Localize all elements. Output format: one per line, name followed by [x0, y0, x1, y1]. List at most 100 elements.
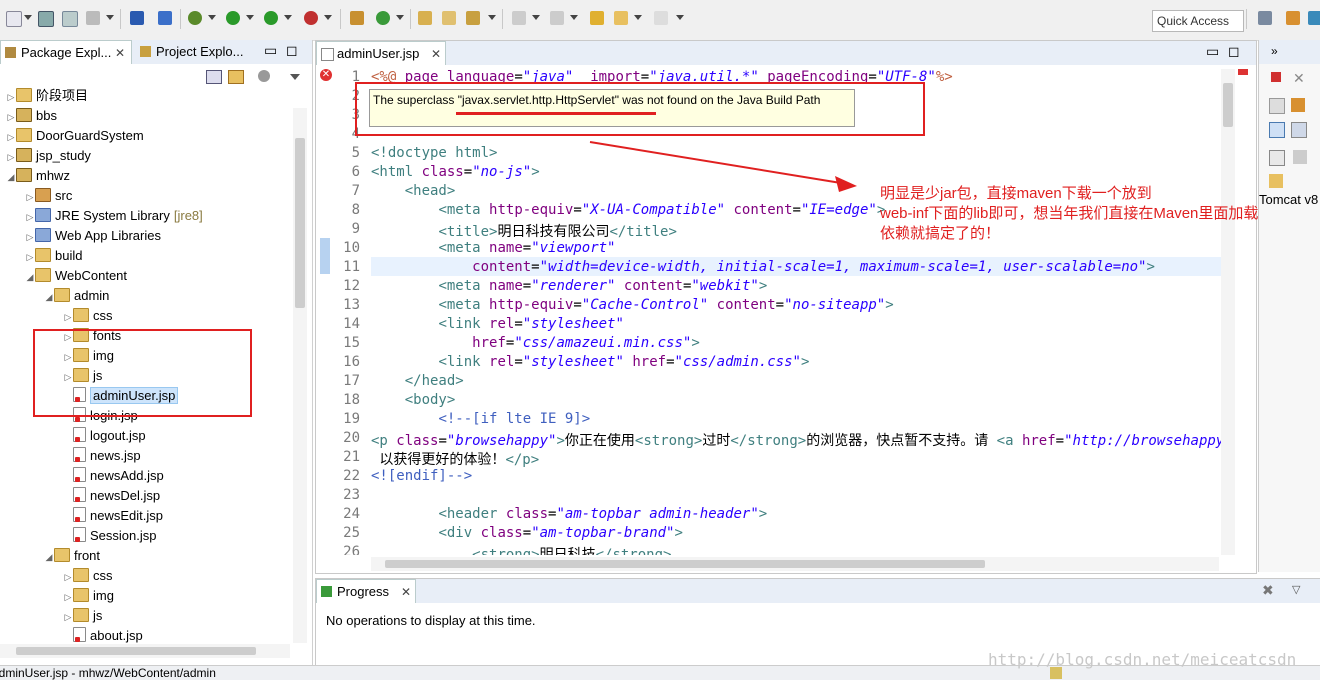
new-dropdown-icon[interactable]	[24, 15, 32, 20]
clean-icon[interactable]	[1291, 98, 1305, 112]
code-line[interactable]: 以获得更好的体验！</p>	[371, 449, 539, 469]
tree-item[interactable]: ▷ css	[63, 566, 113, 586]
maximize-icon[interactable]: ◻	[1228, 43, 1240, 60]
code-line[interactable]: <head>	[371, 183, 456, 199]
code-line[interactable]: <header class="am-topbar admin-header">	[371, 506, 767, 522]
tree-item[interactable]: newsAdd.jsp	[63, 466, 164, 486]
tree-item[interactable]: ▷ DoorGuardSystem	[6, 126, 144, 146]
code-line[interactable]: <strong>明日科技</strong>	[371, 544, 671, 555]
code-line[interactable]: <meta http-equiv="X-UA-Compatible" conte…	[371, 202, 885, 218]
code-line[interactable]: <body>	[371, 392, 456, 408]
collapse-all-icon[interactable]	[206, 70, 222, 84]
run-server-dropdown-icon[interactable]	[284, 15, 292, 20]
tree-item[interactable]: ▷ src	[25, 186, 72, 206]
tree-item[interactable]: ◢ mhwz	[6, 166, 70, 186]
next-annotation-icon[interactable]	[510, 9, 528, 27]
overview-error-marker[interactable]	[1238, 69, 1248, 75]
expand-toggle-icon[interactable]: ◢	[44, 287, 54, 307]
view-menu-icon[interactable]	[1293, 150, 1307, 164]
tree-item[interactable]: ◢ admin	[44, 286, 109, 306]
tree-item[interactable]: ▷ Web App Libraries	[25, 226, 161, 246]
code-line[interactable]: <meta name="viewport"	[371, 240, 615, 256]
scrollbar-thumb[interactable]	[385, 560, 985, 568]
search-dropdown-icon[interactable]	[488, 15, 496, 20]
tree-item[interactable]: ▷ build	[25, 246, 82, 266]
console-view-icon[interactable]	[1269, 122, 1285, 138]
print-dropdown-icon[interactable]	[106, 15, 114, 20]
code-line[interactable]: <title>明日科技有限公司</title>	[371, 221, 676, 241]
open-type-icon[interactable]	[416, 9, 434, 27]
expand-toggle-icon[interactable]: ◢	[44, 547, 54, 567]
tree-item[interactable]: ▷ 阶段项目	[6, 86, 88, 106]
code-line[interactable]: <div class="am-topbar-brand">	[371, 525, 682, 541]
overflow-tabs-icon[interactable]: »	[1271, 44, 1278, 58]
code-line[interactable]: content="width=device-width, initial-sca…	[371, 259, 1155, 275]
tree-item[interactable]: ◢ WebContent	[25, 266, 127, 286]
expand-toggle-icon[interactable]: ▷	[6, 127, 16, 147]
tree-item[interactable]: about.jsp	[63, 626, 143, 646]
tab-package-explorer[interactable]: Package Expl... ✕	[0, 40, 132, 64]
save-all-icon[interactable]	[60, 9, 78, 27]
last-edit-icon[interactable]	[588, 9, 606, 27]
disconnect-icon[interactable]: ✕	[1293, 70, 1305, 87]
code-line[interactable]: href="css/amazeui.min.css">	[371, 335, 700, 351]
tree-horizontal-scrollbar[interactable]	[0, 644, 290, 658]
forward-dropdown-icon[interactable]	[676, 15, 684, 20]
tree-item[interactable]: ▷ JRE System Library [jre8]	[25, 206, 203, 226]
new-java-project-icon[interactable]	[348, 9, 366, 27]
view-menu-icon[interactable]: ▽	[1292, 583, 1300, 596]
view-menu-icon[interactable]	[290, 74, 300, 80]
run-server-icon[interactable]	[262, 9, 280, 27]
new-server-icon[interactable]	[1269, 150, 1285, 166]
remove-all-finished-icon[interactable]: ✖	[1262, 582, 1274, 599]
expand-toggle-icon[interactable]: ▷	[63, 587, 73, 607]
close-icon[interactable]: ✕	[115, 41, 125, 65]
tree-item[interactable]: newsEdit.jsp	[63, 506, 163, 526]
code-line[interactable]: <link rel="stylesheet"	[371, 316, 623, 332]
expand-toggle-icon[interactable]: ▷	[25, 247, 35, 267]
code-line[interactable]: <![endif]-->	[371, 468, 472, 484]
prev-annotation-icon[interactable]	[548, 9, 566, 27]
code-line[interactable]: <!doctype html>	[371, 145, 497, 161]
code-line[interactable]: <html class="no-js">	[371, 164, 540, 180]
forward-icon[interactable]	[652, 9, 670, 27]
save-icon[interactable]	[36, 9, 54, 27]
code-line[interactable]: <link rel="stylesheet" href="css/admin.c…	[371, 354, 809, 370]
pin-icon[interactable]	[1291, 122, 1307, 138]
focus-icon[interactable]	[258, 70, 270, 82]
tab-progress[interactable]: Progress ✕	[316, 579, 416, 603]
expand-toggle-icon[interactable]: ▷	[63, 307, 73, 327]
open-perspective-icon[interactable]	[1256, 9, 1274, 27]
expand-toggle-icon[interactable]: ◢	[25, 267, 35, 287]
javaee-perspective-icon[interactable]	[1284, 9, 1302, 27]
tree-item[interactable]: Session.jsp	[63, 526, 156, 546]
stop-icon[interactable]	[1271, 72, 1281, 82]
new-config-icon[interactable]	[1269, 174, 1283, 188]
tree-item[interactable]: news.jsp	[63, 446, 141, 466]
java-perspective-icon[interactable]	[1306, 9, 1320, 27]
tree-vertical-scrollbar[interactable]	[293, 108, 307, 643]
new-class-icon[interactable]	[374, 9, 392, 27]
expand-toggle-icon[interactable]: ▷	[6, 87, 16, 107]
print-icon[interactable]	[84, 9, 102, 27]
back-dropdown-icon[interactable]	[634, 15, 642, 20]
scrollbar-thumb[interactable]	[1223, 83, 1233, 127]
run-dropdown-icon[interactable]	[246, 15, 254, 20]
next-annotation-dropdown-icon[interactable]	[532, 15, 540, 20]
minimize-icon[interactable]: ▭	[264, 42, 277, 59]
code-line[interactable]: <meta http-equiv="Cache-Control" content…	[371, 297, 893, 313]
back-icon[interactable]	[612, 9, 630, 27]
prev-annotation-dropdown-icon[interactable]	[570, 15, 578, 20]
minimize-icon[interactable]: ▭	[1206, 43, 1219, 60]
new-icon[interactable]	[4, 9, 22, 27]
run-icon[interactable]	[224, 9, 242, 27]
expand-toggle-icon[interactable]: ▷	[25, 227, 35, 247]
search-icon[interactable]	[464, 9, 482, 27]
console-icon[interactable]	[128, 9, 146, 27]
stop-server-icon[interactable]	[302, 9, 320, 27]
close-icon[interactable]: ✕	[401, 580, 411, 604]
editor-horizontal-scrollbar[interactable]	[371, 557, 1219, 571]
tree-item[interactable]: ▷ img	[63, 586, 114, 606]
maximize-icon[interactable]: ◻	[286, 42, 298, 59]
expand-toggle-icon[interactable]: ▷	[63, 607, 73, 627]
